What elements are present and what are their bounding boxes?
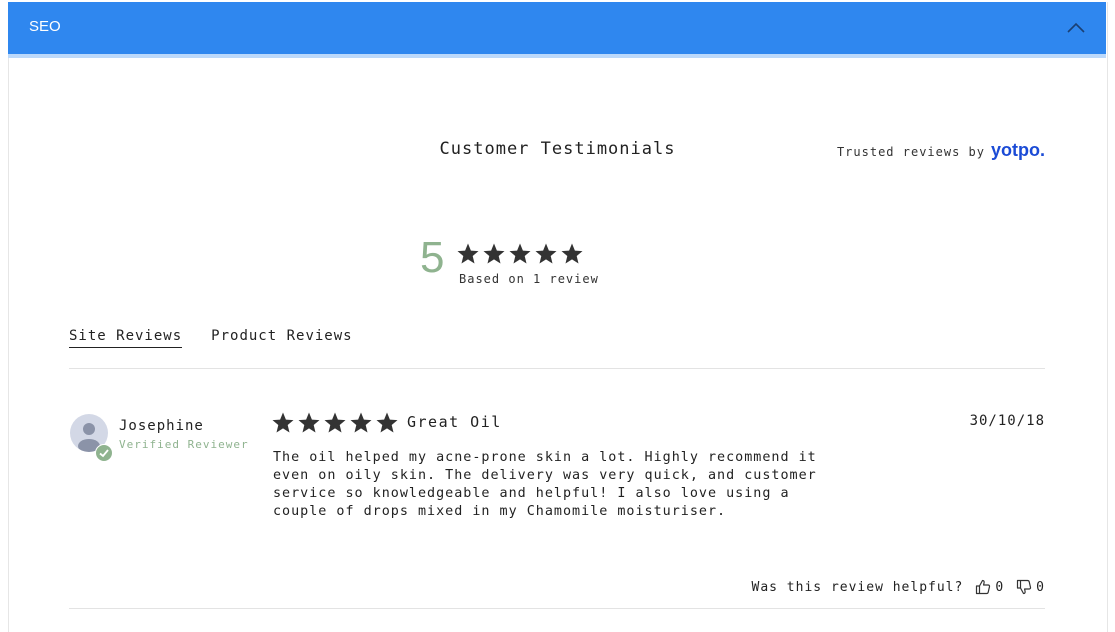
yotpo-logo[interactable]: yotpo. bbox=[991, 140, 1045, 161]
helpful-votes: Was this review helpful? 0 0 bbox=[752, 579, 1046, 595]
thumbs-up-count: 0 bbox=[995, 579, 1005, 595]
chevron-up-icon[interactable] bbox=[1066, 20, 1086, 36]
review-title: Great Oil bbox=[407, 413, 502, 431]
reviewer-name: Josephine bbox=[119, 418, 204, 434]
average-score: 5 bbox=[420, 233, 445, 282]
star-icon bbox=[509, 243, 531, 264]
star-icon bbox=[298, 412, 320, 433]
star-icon bbox=[535, 243, 557, 264]
trusted-reviews: Trusted reviews by yotpo. bbox=[837, 140, 1045, 161]
average-rating-stars bbox=[456, 242, 584, 266]
tab-product-reviews[interactable]: Product Reviews bbox=[211, 328, 352, 348]
tab-site-reviews[interactable]: Site Reviews bbox=[69, 328, 183, 348]
review-tabs: Site Reviews Product Reviews bbox=[69, 328, 353, 348]
star-icon bbox=[350, 412, 372, 433]
reviewer-status: Verified Reviewer bbox=[119, 438, 249, 451]
thumbs-down-icon[interactable] bbox=[1016, 579, 1032, 595]
helpful-prompt: Was this review helpful? bbox=[751, 579, 964, 595]
tabs-divider bbox=[69, 368, 1045, 369]
content-frame bbox=[8, 2, 1108, 632]
verified-check-icon bbox=[95, 444, 113, 462]
star-icon bbox=[324, 412, 346, 433]
thumbs-up-icon[interactable] bbox=[975, 579, 991, 595]
seo-accordion-header[interactable]: SEO bbox=[8, 2, 1106, 58]
star-icon bbox=[457, 243, 479, 264]
seo-title: SEO bbox=[29, 18, 61, 35]
review-date: 30/10/18 bbox=[969, 413, 1045, 429]
star-icon bbox=[272, 412, 294, 433]
review-rating-stars bbox=[271, 411, 399, 435]
star-icon bbox=[483, 243, 505, 264]
thumbs-down-count: 0 bbox=[1036, 579, 1045, 595]
review-divider bbox=[69, 608, 1045, 609]
trusted-prefix: Trusted reviews by bbox=[836, 145, 985, 159]
review-count: Based on 1 review bbox=[459, 272, 599, 286]
star-icon bbox=[561, 243, 583, 264]
review-body: The oil helped my acne-prone skin a lot.… bbox=[273, 450, 817, 519]
star-icon bbox=[376, 412, 398, 433]
